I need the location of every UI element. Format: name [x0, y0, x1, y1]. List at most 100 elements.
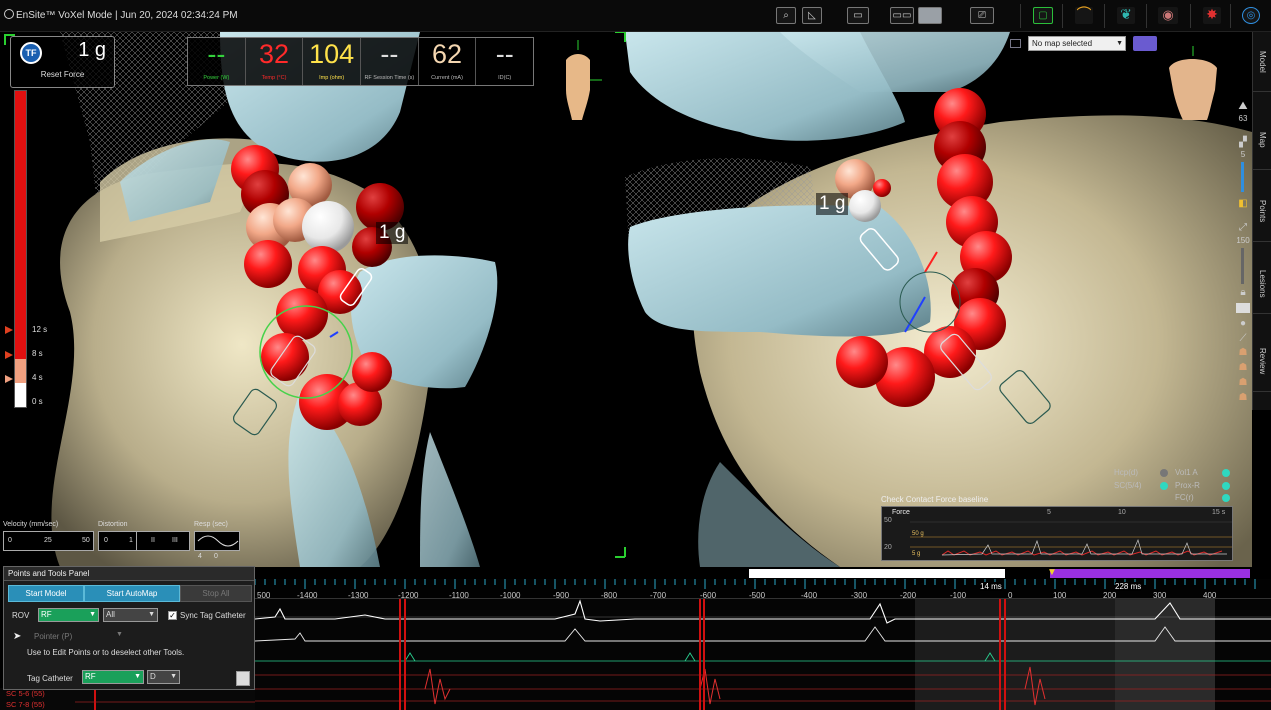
- left-force-label: 1 g: [376, 222, 409, 244]
- sync-tag-catheter-checkbox[interactable]: ✓: [168, 611, 177, 620]
- resp-gauge: [194, 531, 240, 551]
- tab-points[interactable]: Points: [1253, 182, 1271, 242]
- contact-force-chart: Force 50 20 50 g 5 g 5 10 15 s: [881, 506, 1233, 561]
- mountain-icon[interactable]: ⛰: [1235, 100, 1251, 113]
- monitor-icon[interactable]: ▢: [1033, 7, 1053, 24]
- map-shell-icon[interactable]: ◉: [1158, 7, 1178, 24]
- tf-logo-icon: TF: [20, 42, 42, 64]
- distortion-tick: III: [172, 537, 178, 544]
- force-marker-icon: [5, 351, 13, 359]
- list-icon[interactable]: [236, 671, 250, 686]
- rov-label: ROV: [12, 611, 30, 620]
- timeline-segment[interactable]: [1050, 569, 1250, 578]
- right-sidebar: Model Map Points Lesions Review: [1252, 32, 1271, 410]
- vertical-slider[interactable]: [1241, 248, 1244, 284]
- tab-model[interactable]: Model: [1253, 32, 1271, 92]
- screen-capture-icon[interactable]: ⎚: [970, 7, 994, 24]
- pointer-tool[interactable]: Pointer (P): [34, 632, 72, 641]
- rf-label: RF Session Time (s): [364, 75, 415, 81]
- rf-label: Power (W): [203, 75, 230, 81]
- map-layer-icon[interactable]: [1010, 39, 1021, 48]
- map-color-icon[interactable]: [1133, 36, 1157, 51]
- all-value: All: [106, 610, 115, 619]
- stop-all-button[interactable]: Stop All: [180, 585, 252, 602]
- catheter-tool-icon[interactable]: ⟋: [1235, 333, 1251, 344]
- ecg-timeline[interactable]: ▼ 500 -1400 -1300 -1200 -1100 -1000 -900…: [254, 567, 1271, 710]
- dual-view-icon[interactable]: ▭▭: [890, 7, 914, 24]
- timeline-window[interactable]: [749, 569, 1005, 578]
- datetime: Jun 20, 2024 02:34:24 PM: [120, 10, 238, 21]
- start-model-button[interactable]: Start Model: [8, 585, 84, 602]
- velocity-tick: 50: [82, 537, 90, 544]
- chevron-down-icon: ▼: [170, 673, 177, 680]
- distortion-tick: 1: [129, 537, 133, 544]
- catheter-icon[interactable]: ⌒: [1075, 7, 1093, 24]
- torso-view-icon[interactable]: ☗: [1235, 392, 1251, 403]
- legend-dot: [1160, 469, 1168, 477]
- force-tick: 0 s: [32, 397, 43, 406]
- anatomy-render[interactable]: [0, 32, 1252, 567]
- anatomy-icon[interactable]: ❦: [1117, 7, 1135, 24]
- tab-lesions[interactable]: Lesions: [1253, 254, 1271, 314]
- slider-readout: 5: [1240, 150, 1246, 159]
- sync-tag-catheter-label: Sync Tag Catheter: [180, 611, 246, 620]
- transparency-icon[interactable]: ▞: [1235, 137, 1251, 148]
- all-select[interactable]: All ▼: [103, 608, 158, 622]
- orientation-torso-icon-right[interactable]: [1169, 46, 1217, 120]
- layout-icon[interactable]: [918, 7, 942, 24]
- rf-id-cell: -- ID(C): [476, 38, 533, 85]
- map-select-dropdown[interactable]: No map selected ▼: [1028, 36, 1126, 51]
- tag-sub-select[interactable]: D ▼: [147, 670, 180, 684]
- timeline-marker-icon[interactable]: ▼: [1047, 567, 1057, 578]
- clip-plane-icon[interactable]: ◧: [1235, 198, 1251, 209]
- lock-icon[interactable]: 🔒︎: [1235, 287, 1251, 298]
- ecg-traces: [255, 599, 1271, 710]
- zoom-icon[interactable]: ⌕: [776, 7, 796, 24]
- timeline-header: ▼: [255, 567, 1271, 579]
- measure-icon[interactable]: ◺: [802, 7, 822, 24]
- tab-review[interactable]: Review: [1253, 332, 1271, 392]
- tab-map[interactable]: Map: [1253, 110, 1271, 170]
- force-tick: 12 s: [32, 325, 48, 334]
- chevron-down-icon[interactable]: ▼: [116, 631, 123, 638]
- sphere-icon[interactable]: ●: [1235, 318, 1251, 329]
- force-white-segment: [15, 383, 26, 407]
- ablation-icon[interactable]: ✸: [1203, 7, 1221, 24]
- legend-dot: [1222, 469, 1230, 477]
- force-trace: [910, 521, 1232, 556]
- toolbar-divider: [1020, 4, 1021, 28]
- legend-label: Vol1 A: [1175, 468, 1198, 477]
- rf-value: 62: [432, 39, 463, 69]
- depth-readout: 150: [1236, 236, 1250, 245]
- vertical-slider[interactable]: [1241, 162, 1244, 192]
- toolbar-divider: [1190, 4, 1191, 28]
- torso-view-icon[interactable]: ☗: [1235, 377, 1251, 388]
- resp-waveform: [197, 535, 239, 547]
- compass-icon[interactable]: ◎: [1242, 7, 1260, 24]
- start-automap-button[interactable]: Start AutoMap: [84, 585, 180, 602]
- torso-view-icon[interactable]: ☗: [1235, 362, 1251, 373]
- app-title: EnSite™ VoXel Mode | Jun 20, 2024 02:34:…: [4, 9, 238, 21]
- velocity-gauge: 0 25 50: [3, 531, 94, 551]
- chevron-down-icon: ▼: [89, 611, 96, 618]
- opacity-readout: 63: [1238, 114, 1248, 123]
- torso-view-icon[interactable]: ☗: [1235, 347, 1251, 358]
- velocity-tick: 0: [8, 537, 12, 544]
- force-panel[interactable]: TF 1 g Reset Force: [10, 36, 115, 88]
- reset-force-button[interactable]: Reset Force: [11, 70, 114, 79]
- channel-trace: [75, 688, 255, 710]
- chevron-down-icon: ▼: [134, 673, 141, 680]
- 3d-viewport[interactable]: 1 g 1 g: [0, 32, 1252, 567]
- orientation-torso-icon-left[interactable]: [566, 40, 602, 120]
- velocity-tick: 25: [44, 537, 52, 544]
- legend-label: Hcp(d): [1114, 468, 1139, 477]
- distortion-tick: II: [151, 537, 155, 544]
- force-peach-segment: [15, 359, 26, 383]
- panel-title: Points and Tools Panel: [4, 567, 254, 581]
- single-view-icon[interactable]: ▭: [847, 7, 869, 24]
- rov-select[interactable]: RF ▼: [38, 608, 99, 622]
- tag-catheter-select[interactable]: RF ▼: [82, 670, 144, 684]
- force-history-bar: [14, 90, 27, 408]
- color-swatch[interactable]: [1236, 303, 1250, 313]
- expand-icon[interactable]: ⤢: [1235, 222, 1251, 233]
